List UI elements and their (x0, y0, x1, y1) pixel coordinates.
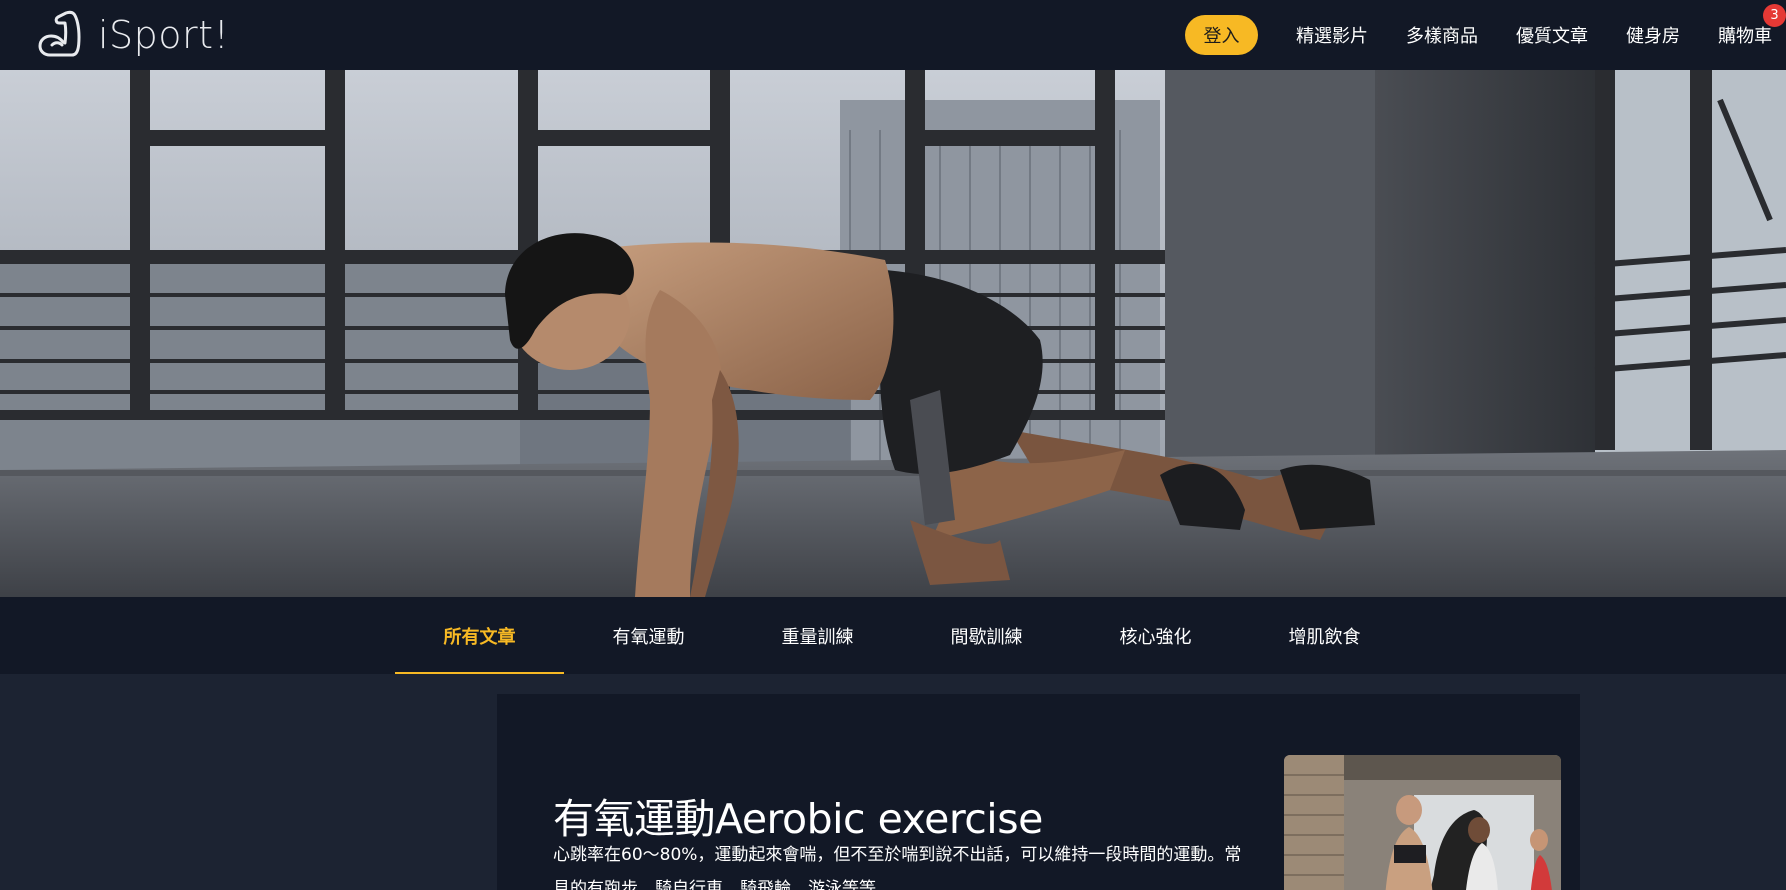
flexed-arm-icon (38, 10, 81, 57)
tab-all-articles[interactable]: 所有文章 (395, 597, 564, 674)
login-button[interactable]: 登入 (1185, 15, 1258, 55)
article-image[interactable] (1284, 755, 1561, 890)
nav-gym[interactable]: 健身房 (1626, 22, 1680, 48)
tab-aerobic[interactable]: 有氧運動 (564, 597, 733, 674)
article-title: 有氧運動Aerobic exercise (553, 795, 1043, 843)
nav-featured-videos[interactable]: 精選影片 (1296, 22, 1368, 48)
fitness-class-photo (1284, 755, 1561, 890)
nav-products[interactable]: 多樣商品 (1406, 22, 1478, 48)
top-navbar: iSport! 登入 精選影片 多樣商品 優質文章 健身房 購物車 3 (0, 0, 1786, 70)
tab-nutrition[interactable]: 增肌飲食 (1240, 597, 1409, 674)
cart-count-badge: 3 (1763, 4, 1786, 27)
tab-interval-training[interactable]: 間歇訓練 (902, 597, 1071, 674)
main-nav: 登入 精選影片 多樣商品 優質文章 健身房 購物車 3 (1185, 0, 1786, 70)
hero-image (0, 70, 1786, 597)
brand-name: iSport! (98, 13, 230, 57)
hero-banner (0, 70, 1786, 597)
cart-label: 購物車 (1718, 26, 1772, 47)
nav-articles[interactable]: 優質文章 (1516, 22, 1588, 48)
article-body: 心跳率在60～80%，運動起來會喘，但不至於喘到說不出話，可以維持一段時間的運動… (553, 845, 1242, 890)
tab-weight-training[interactable]: 重量訓練 (733, 597, 902, 674)
article-category-tabs: 所有文章 有氧運動 重量訓練 間歇訓練 核心強化 增肌飲食 (0, 597, 1786, 674)
article-card[interactable]: 有氧運動Aerobic exercise 心跳率在60～80%，運動起來會喘，但… (497, 694, 1580, 890)
tab-core[interactable]: 核心強化 (1071, 597, 1240, 674)
nav-cart[interactable]: 購物車 3 (1718, 4, 1786, 48)
brand-logo-link[interactable]: iSport! (36, 9, 229, 61)
